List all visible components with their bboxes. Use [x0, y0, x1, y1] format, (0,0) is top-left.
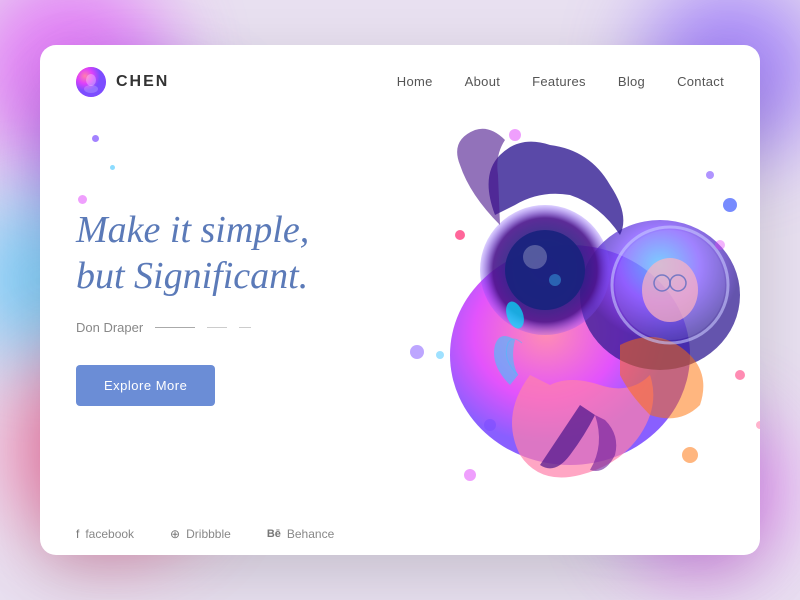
author-divider-3: [239, 327, 251, 328]
hero-author: Don Draper: [76, 320, 368, 335]
hero-headline-line2: but Significant.: [76, 255, 308, 297]
deco-dot-1: [92, 135, 99, 142]
behance-label: Behance: [287, 527, 334, 541]
dribbble-label: Dribbble: [186, 527, 231, 541]
facebook-label: facebook: [85, 527, 134, 541]
footer-link-behance[interactable]: Bē Behance: [267, 527, 334, 541]
hero-section: Make it simple, but Significant. Don Dra…: [40, 115, 760, 489]
logo-icon: [76, 67, 106, 97]
hero-left: Make it simple, but Significant. Don Dra…: [76, 208, 368, 405]
hero-illustration: [340, 75, 760, 495]
deco-dot-2: [110, 165, 115, 170]
dribbble-icon: ⊕: [170, 527, 180, 541]
behance-icon: Bē: [267, 528, 281, 540]
main-card: CHEN Home About Features Blog Contact: [40, 45, 760, 555]
hero-headline-line1: Make it simple,: [76, 209, 309, 251]
footer-link-dribbble[interactable]: ⊕ Dribbble: [170, 527, 231, 541]
explore-more-button[interactable]: Explore More: [76, 365, 215, 406]
hero-headline: Make it simple, but Significant.: [76, 208, 368, 299]
logo-text: CHEN: [116, 73, 169, 91]
facebook-icon: f: [76, 527, 79, 541]
footer-link-facebook[interactable]: f facebook: [76, 527, 134, 541]
author-divider-1: [155, 327, 195, 328]
author-divider-2: [207, 327, 227, 328]
author-name: Don Draper: [76, 320, 143, 335]
logo-area: CHEN: [76, 67, 169, 97]
footer: f facebook ⊕ Dribbble Bē Behance: [40, 513, 760, 555]
deco-dot-3: [78, 195, 87, 204]
